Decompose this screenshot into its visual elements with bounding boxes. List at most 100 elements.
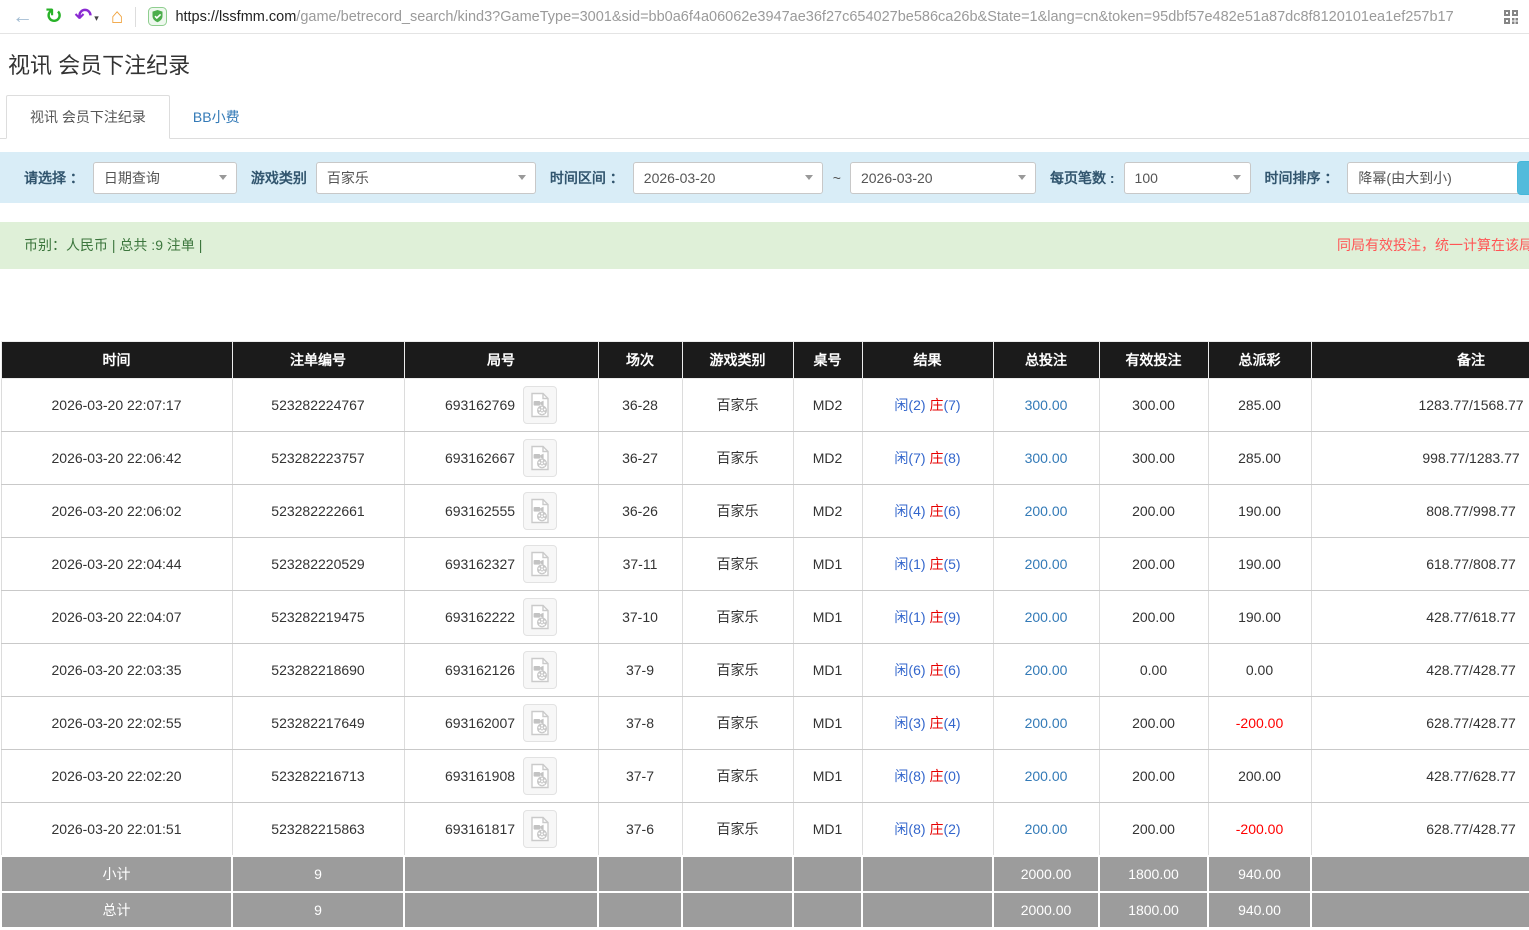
home-icon[interactable]: ⌂ bbox=[111, 6, 124, 27]
result-banker-label: 庄 bbox=[929, 609, 943, 625]
result-banker-label: 庄 bbox=[929, 768, 943, 784]
date-from-select[interactable]: 2026-03-20 bbox=[633, 162, 823, 194]
footer-remark-cell bbox=[1311, 892, 1529, 928]
remark-cell: 628.77/428.77 bbox=[1311, 697, 1529, 750]
sort-order-select[interactable]: 降幂(由大到小) bbox=[1347, 162, 1529, 194]
footer-valid-bet-cell: 1800.00 bbox=[1099, 856, 1208, 892]
video-replay-button[interactable] bbox=[523, 386, 557, 424]
time-cell: 2026-03-20 22:06:42 bbox=[1, 432, 232, 485]
undo-button[interactable]: ↶ ▾ bbox=[75, 6, 99, 27]
table-no-cell: MD2 bbox=[793, 379, 862, 432]
total-bet-link[interactable]: 300.00 bbox=[1025, 450, 1068, 466]
round-no-wrap: 693162769 bbox=[405, 386, 598, 424]
valid-bet-cell: 300.00 bbox=[1099, 379, 1208, 432]
game-type-cell: 百家乐 bbox=[682, 803, 793, 856]
result-cell: 闲(7) 庄(8) bbox=[862, 432, 993, 485]
game-type-cell: 百家乐 bbox=[682, 538, 793, 591]
round-no-wrap: 693161817 bbox=[405, 810, 598, 848]
total-bet-link[interactable]: 200.00 bbox=[1025, 715, 1068, 731]
game-type-cell: 百家乐 bbox=[682, 432, 793, 485]
total-bet-link[interactable]: 200.00 bbox=[1025, 821, 1068, 837]
security-shield-icon[interactable] bbox=[148, 7, 167, 26]
url-domain: https://lssfmm.com bbox=[175, 9, 296, 25]
tab-bb-tips[interactable]: BB小费 bbox=[170, 96, 263, 138]
remark-cell: 428.77/618.77 bbox=[1311, 591, 1529, 644]
query-type-select[interactable]: 日期查询 bbox=[93, 162, 237, 194]
video-replay-button[interactable] bbox=[523, 651, 557, 689]
back-icon[interactable]: ← bbox=[12, 6, 33, 27]
time-cell: 2026-03-20 22:06:02 bbox=[1, 485, 232, 538]
game-type-cell: 百家乐 bbox=[682, 485, 793, 538]
total-bet-link[interactable]: 200.00 bbox=[1025, 503, 1068, 519]
remark-cell: 628.77/428.77 bbox=[1311, 803, 1529, 856]
refresh-icon[interactable]: ↻ bbox=[45, 6, 63, 27]
column-header: 游戏类别 bbox=[682, 342, 793, 379]
video-replay-icon bbox=[530, 498, 550, 524]
result-cell: 闲(8) 庄(2) bbox=[862, 803, 993, 856]
column-header: 桌号 bbox=[793, 342, 862, 379]
video-replay-button[interactable] bbox=[523, 439, 557, 477]
result-player: 闲(2) bbox=[894, 397, 925, 413]
round-no: 693162222 bbox=[445, 609, 515, 625]
valid-bet-cell: 200.00 bbox=[1099, 485, 1208, 538]
bet-no-cell: 523282224767 bbox=[232, 379, 404, 432]
per-page-select[interactable]: 100 bbox=[1124, 162, 1251, 194]
time-cell: 2026-03-20 22:02:20 bbox=[1, 750, 232, 803]
video-replay-button[interactable] bbox=[523, 545, 557, 583]
bet-row: 2026-03-20 22:01:51523282215863693161817… bbox=[1, 803, 1529, 856]
result-player: 闲(6) bbox=[894, 662, 925, 678]
chevron-down-icon bbox=[1018, 175, 1026, 180]
result-banker-num: (6) bbox=[943, 503, 960, 519]
total-bet-link[interactable]: 200.00 bbox=[1025, 556, 1068, 572]
result-banker-num: (4) bbox=[943, 715, 960, 731]
date-to-select[interactable]: 2026-03-20 bbox=[850, 162, 1036, 194]
result-banker-label: 庄 bbox=[929, 450, 943, 466]
valid-bet-cell: 200.00 bbox=[1099, 591, 1208, 644]
game-type-cell: 百家乐 bbox=[682, 750, 793, 803]
tab-bet-records[interactable]: 视讯 会员下注纪录 bbox=[6, 95, 170, 139]
bet-no-cell: 523282219475 bbox=[232, 591, 404, 644]
footer-payout-cell: 940.00 bbox=[1208, 892, 1311, 928]
remark-cell: 428.77/428.77 bbox=[1311, 644, 1529, 697]
bet-no-cell: 523282222661 bbox=[232, 485, 404, 538]
footer-empty-cell bbox=[862, 856, 993, 892]
table-no-cell: MD2 bbox=[793, 432, 862, 485]
column-header: 总投注 bbox=[993, 342, 1099, 379]
result-player: 闲(7) bbox=[894, 450, 925, 466]
result-banker-label: 庄 bbox=[929, 662, 943, 678]
bet-table: 时间注单编号局号场次游戏类别桌号结果总投注有效投注总派彩备注 2026-03-2… bbox=[0, 341, 1529, 929]
total-bet-link[interactable]: 200.00 bbox=[1025, 662, 1068, 678]
video-replay-button[interactable] bbox=[523, 492, 557, 530]
undo-dropdown-caret-icon[interactable]: ▾ bbox=[94, 13, 99, 27]
game-type-label: 游戏类别 bbox=[251, 168, 307, 188]
address-bar[interactable]: https://lssfmm.com/game/betrecord_search… bbox=[148, 7, 1519, 26]
game-type-select[interactable]: 百家乐 bbox=[316, 162, 536, 194]
qr-code-icon[interactable] bbox=[1503, 9, 1519, 25]
round-no: 693162327 bbox=[445, 556, 515, 572]
table-no-cell: MD2 bbox=[793, 485, 862, 538]
video-replay-button[interactable] bbox=[523, 757, 557, 795]
round-no-wrap: 693162126 bbox=[405, 651, 598, 689]
bet-no-cell: 523282220529 bbox=[232, 538, 404, 591]
total-bet-link[interactable]: 300.00 bbox=[1025, 397, 1068, 413]
round-no-cell: 693162007 bbox=[404, 697, 598, 750]
video-replay-button[interactable] bbox=[523, 810, 557, 848]
per-page-label: 每页笔数 : bbox=[1050, 168, 1115, 188]
total-bet-cell: 200.00 bbox=[993, 644, 1099, 697]
url-field[interactable]: https://lssfmm.com/game/betrecord_search… bbox=[175, 9, 1495, 25]
search-button[interactable]: 查询 bbox=[1517, 161, 1529, 195]
total-bet-link[interactable]: 200.00 bbox=[1025, 609, 1068, 625]
bet-row: 2026-03-20 22:04:44523282220529693162327… bbox=[1, 538, 1529, 591]
result-banker-num: (5) bbox=[943, 556, 960, 572]
video-replay-button[interactable] bbox=[523, 704, 557, 742]
video-replay-icon bbox=[530, 657, 550, 683]
browser-toolbar: ← ↻ ↶ ▾ ⌂ https://lssfmm.com/game/betrec… bbox=[0, 0, 1529, 34]
total-bet-link[interactable]: 200.00 bbox=[1025, 768, 1068, 784]
result-banker-label: 庄 bbox=[929, 821, 943, 837]
result-player: 闲(3) bbox=[894, 715, 925, 731]
total-bet-cell: 300.00 bbox=[993, 379, 1099, 432]
currency-total-text: 币别：人民币 | 总共 :9 注单 | bbox=[0, 237, 202, 253]
total-bet-cell: 200.00 bbox=[993, 485, 1099, 538]
column-header: 结果 bbox=[862, 342, 993, 379]
video-replay-button[interactable] bbox=[523, 598, 557, 636]
